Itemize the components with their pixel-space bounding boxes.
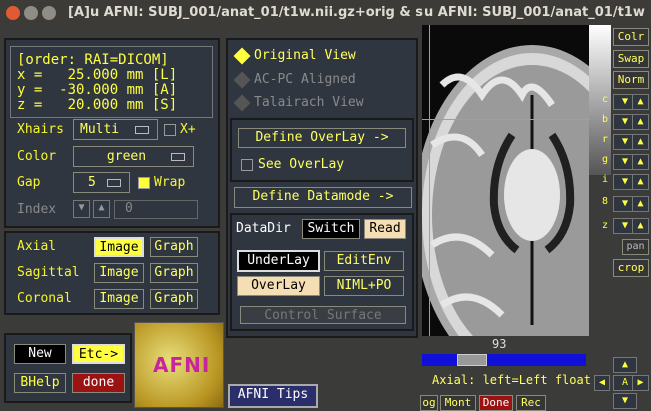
xplus-label: X+ — [180, 122, 196, 137]
define-datamode-button[interactable]: Define Datamode -> — [234, 187, 412, 208]
rec-button[interactable]: Rec — [516, 395, 546, 411]
up-arrow-icon[interactable]: ▲ — [613, 357, 637, 373]
xhairs-value: Multi — [80, 122, 120, 137]
menu-indicator-icon — [171, 153, 185, 161]
new-button[interactable]: New — [14, 344, 66, 364]
coronal-image-button[interactable]: Image — [94, 289, 144, 309]
up-arrow-icon[interactable]: ▲ — [632, 134, 649, 150]
color-menu[interactable]: green — [73, 146, 194, 167]
index-label: Index — [17, 202, 57, 217]
side-c: c — [602, 94, 609, 105]
right-arrow-icon[interactable]: ▶ — [632, 375, 649, 391]
up-arrow-icon[interactable]: ▲ — [632, 196, 649, 212]
etc-button[interactable]: Etc-> — [72, 344, 125, 364]
norm-button[interactable]: Norm — [613, 71, 649, 89]
define-overlay-button[interactable]: Define OverLay -> — [238, 128, 406, 148]
xplus-checkbox[interactable] — [164, 124, 176, 136]
afni-logo[interactable]: AFNI — [134, 322, 224, 408]
side-g: g — [602, 154, 609, 165]
swap-button[interactable]: Swap — [613, 50, 649, 68]
acpc-label: AC-PC Aligned — [254, 72, 356, 87]
wrap-checkbox[interactable] — [138, 177, 150, 189]
colr-button[interactable]: Colr — [613, 28, 649, 46]
niml-button[interactable]: NIML+PO — [324, 276, 404, 296]
slice-number: 93 — [492, 337, 507, 351]
afni-logo-text: AFNI — [153, 353, 211, 377]
image-done-button[interactable]: Done — [479, 395, 513, 411]
editenv-button[interactable]: EditEnv — [324, 251, 404, 271]
coord-z: z = 20.000 mm [S] — [17, 97, 178, 113]
axial-label: Axial — [17, 239, 57, 254]
gap-menu[interactable]: 5 — [73, 172, 130, 193]
overlay-button[interactable]: OverLay — [237, 276, 320, 296]
down-arrow-icon[interactable]: ▼ — [613, 393, 637, 409]
maximize-window-icon[interactable] — [42, 6, 56, 20]
slice-slider[interactable] — [422, 354, 586, 366]
menu-indicator-icon — [107, 179, 121, 187]
prog-button[interactable]: og — [420, 395, 438, 411]
coord-y: y = -30.000 mm [A] — [17, 82, 178, 98]
index-down-arrow-icon[interactable]: ▼ — [73, 200, 90, 218]
sagittal-image-button[interactable]: Image — [94, 263, 144, 283]
read-button[interactable]: Read — [364, 219, 406, 239]
brain-image[interactable] — [422, 25, 589, 336]
talairach-label: Talairach View — [254, 95, 364, 110]
side-b: b — [602, 114, 609, 125]
original-view-label: Original View — [254, 48, 356, 63]
done-button[interactable]: done — [72, 373, 125, 393]
underlay-button[interactable]: UnderLay — [237, 250, 320, 272]
axial-image-button[interactable]: Image — [94, 237, 144, 257]
pan-button[interactable]: pan — [622, 239, 649, 255]
axial-graph-button[interactable]: Graph — [150, 237, 198, 257]
side-z: z — [602, 220, 609, 231]
xhairs-menu[interactable]: Multi — [73, 119, 158, 140]
bhelp-button[interactable]: BHelp — [14, 373, 66, 393]
up-arrow-icon[interactable]: ▲ — [632, 114, 649, 130]
coord-x: x = 25.000 mm [L] — [17, 67, 178, 83]
coronal-graph-button[interactable]: Graph — [150, 289, 198, 309]
slider-thumb[interactable] — [457, 354, 487, 366]
minimize-window-icon[interactable] — [24, 6, 38, 20]
sagittal-graph-button[interactable]: Graph — [150, 263, 198, 283]
color-value: green — [106, 149, 147, 164]
brain-slice-svg — [422, 45, 589, 336]
see-overlay-checkbox[interactable] — [241, 159, 253, 171]
side-r: r — [602, 134, 609, 145]
index-up-arrow-icon[interactable]: ▲ — [93, 200, 110, 218]
coords-display[interactable]: [order: RAI=DICOM] x = 25.000 mm [L] y =… — [10, 46, 213, 118]
gap-label: Gap — [17, 175, 41, 190]
side-i: i — [602, 174, 609, 185]
up-arrow-icon[interactable]: ▲ — [632, 174, 649, 190]
side-8: 8 — [602, 196, 609, 207]
afni-tips-button[interactable]: AFNI Tips — [228, 384, 318, 408]
image-window-title: u AFNI: SUBJ_001/anat_01/t1w — [424, 5, 645, 20]
sagittal-label: Sagittal — [17, 265, 80, 280]
xhairs-label: Xhairs — [17, 122, 64, 137]
status-text: Axial: left=Left float — [432, 373, 591, 387]
datadir-label: DataDir — [236, 221, 291, 236]
crosshair-horizontal — [422, 119, 589, 120]
crosshair-vertical — [429, 25, 430, 336]
left-arrow-icon[interactable]: ◀ — [594, 375, 610, 391]
coronal-label: Coronal — [17, 291, 72, 306]
up-arrow-icon[interactable]: ▲ — [632, 94, 649, 110]
switch-button[interactable]: Switch — [302, 219, 360, 239]
gap-value: 5 — [88, 175, 96, 190]
up-arrow-icon[interactable]: ▲ — [632, 154, 649, 170]
menu-indicator-icon — [135, 126, 149, 134]
index-field[interactable]: 0 — [114, 200, 198, 219]
wrap-label: Wrap — [154, 175, 186, 190]
mont-button[interactable]: Mont — [440, 395, 476, 411]
close-window-icon[interactable] — [6, 6, 20, 20]
crop-button[interactable]: crop — [613, 259, 649, 277]
control-surface-button[interactable]: Control Surface — [240, 306, 406, 324]
up-arrow-icon[interactable]: ▲ — [632, 218, 649, 234]
see-overlay-label: See OverLay — [258, 157, 345, 172]
order-label: [order: RAI=DICOM] — [17, 52, 169, 68]
window-title: [A]u AFNI: SUBJ_001/anat_01/t1w.nii.gz+o… — [68, 5, 423, 20]
color-label: Color — [17, 149, 57, 164]
